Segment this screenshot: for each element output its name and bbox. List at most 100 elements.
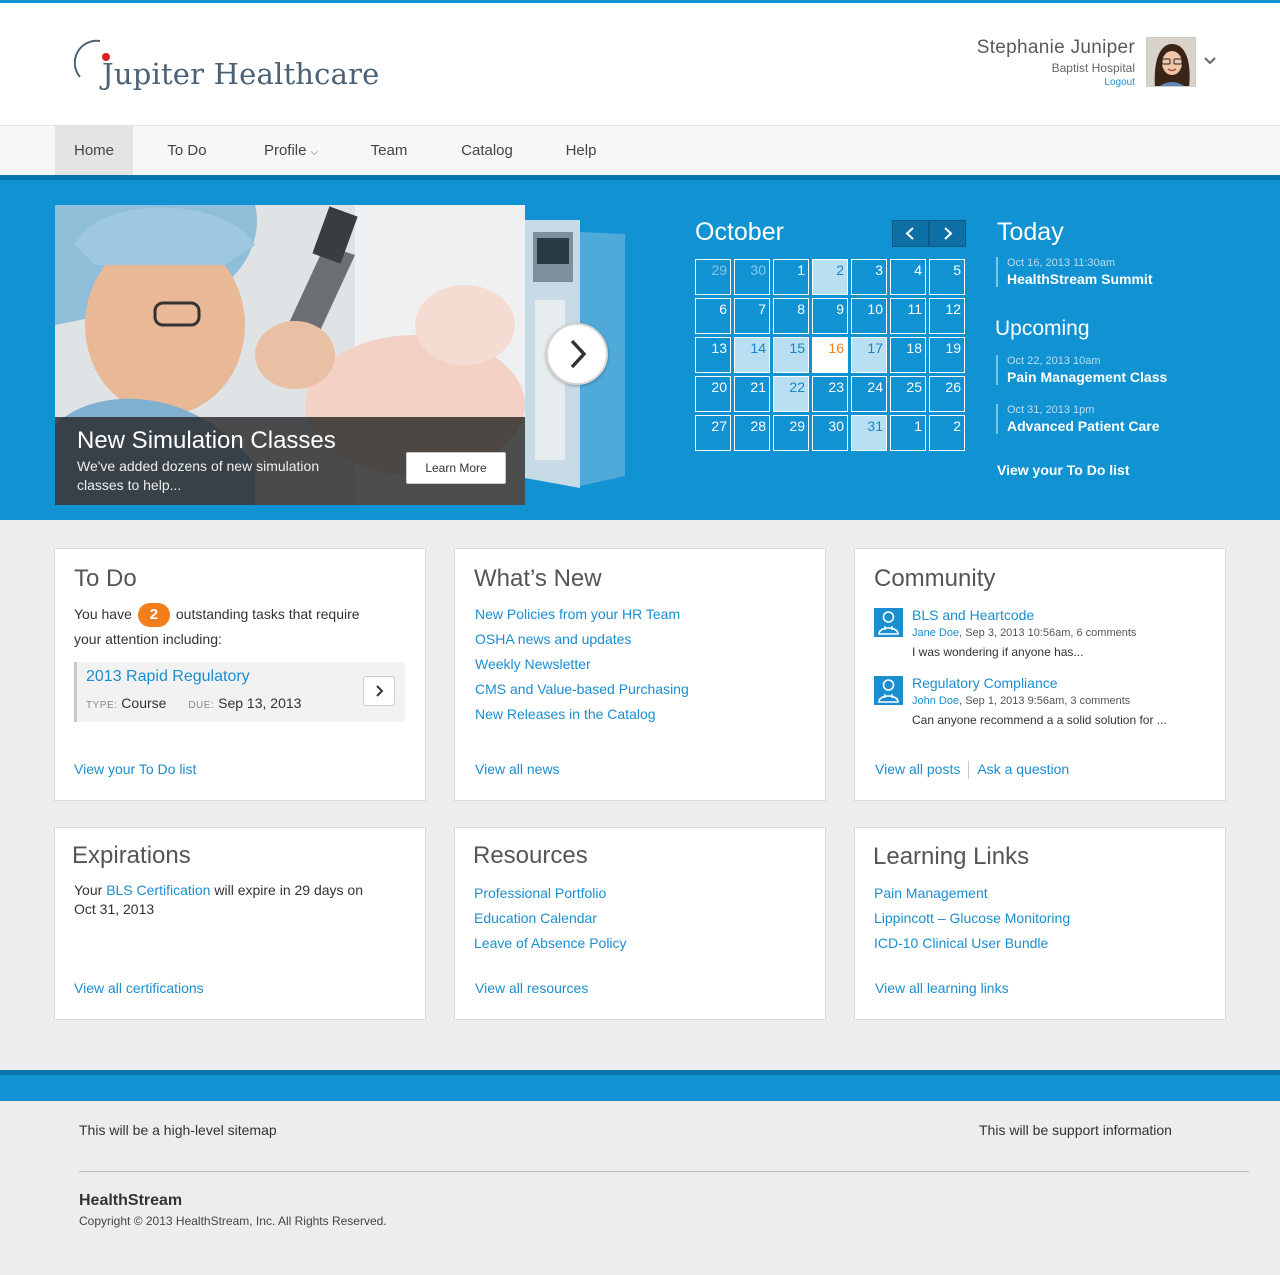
logout-link[interactable]: Logout [977,77,1135,88]
calendar-day[interactable]: 3 [851,259,887,295]
nav-profile[interactable]: Profile ⌵ [246,126,336,175]
calendar-day[interactable]: 1 [890,415,926,451]
calendar-month: October [695,218,784,246]
calendar-next-button[interactable] [929,220,966,247]
resource-link[interactable]: Leave of Absence Policy [474,931,627,956]
event-today[interactable]: Oct 16, 2013 11:30am HealthStream Summit [996,257,1152,287]
view-all-learning-links-link[interactable]: View all learning links [875,980,1009,996]
calendar-day[interactable]: 28 [734,415,770,451]
post-title[interactable]: Regulatory Compliance [912,675,1058,691]
calendar-day[interactable]: 1 [773,259,809,295]
calendar-day[interactable]: 15 [773,337,809,373]
avatar[interactable] [1146,37,1196,87]
user-organization: Baptist Hospital [1051,61,1135,75]
calendar-day[interactable]: 30 [812,415,848,451]
news-link[interactable]: CMS and Value-based Purchasing [475,677,689,702]
learning-link[interactable]: Pain Management [874,881,1070,906]
hero-slide[interactable]: New Simulation Classes We've added dozen… [55,205,525,505]
news-link[interactable]: New Policies from your HR Team [475,602,689,627]
calendar-day[interactable]: 22 [773,376,809,412]
calendar-day[interactable]: 25 [890,376,926,412]
nav-catalog[interactable]: Catalog [447,126,527,175]
calendar-day[interactable]: 14 [734,337,770,373]
post-title[interactable]: BLS and Heartcode [912,607,1034,623]
calendar-day[interactable]: 18 [890,337,926,373]
task-open-button[interactable] [363,676,395,706]
card-title: To Do [74,565,137,592]
calendar-day[interactable]: 6 [695,298,731,334]
calendar-day[interactable]: 11 [890,298,926,334]
calendar-day[interactable]: 13 [695,337,731,373]
todo-intro-text: outstanding tasks that require [175,606,360,622]
post-author[interactable]: Jane Doe [912,627,959,639]
calendar-day[interactable]: 7 [734,298,770,334]
calendar-day[interactable]: 26 [929,376,965,412]
calendar-day[interactable]: 24 [851,376,887,412]
resource-link[interactable]: Education Calendar [474,906,627,931]
user-name: Stephanie Juniper [976,37,1135,58]
site-header: Jupiter Healthcare Stephanie Juniper Bap… [0,3,1280,125]
post-author[interactable]: John Doe [912,695,959,707]
todo-intro-line2: your attention including: [74,631,222,647]
card-title: Expirations [72,842,191,869]
certification-link[interactable]: BLS Certification [106,882,210,898]
nav-todo[interactable]: To Do [148,126,226,175]
todo-card: To Do You have 2 outstanding tasks that re… [54,548,426,801]
resources-card: Resources Professional Portfolio Educati… [454,827,826,1020]
view-all-resources-link[interactable]: View all resources [475,980,588,996]
calendar-day[interactable]: 10 [851,298,887,334]
learn-more-button[interactable]: Learn More [406,452,506,484]
expiration-text: Your BLS Certification will expire in 29… [74,881,414,919]
slide-next-button[interactable] [546,323,608,385]
calendar-day[interactable]: 29 [773,415,809,451]
calendar-day[interactable]: 30 [734,259,770,295]
view-todo-list-link[interactable]: View your To Do list [74,761,196,777]
learning-links-card: Learning Links Pain Management Lippincot… [854,827,1226,1020]
ask-question-link[interactable]: Ask a question [977,761,1069,777]
doctor-icon [874,676,903,705]
calendar-day[interactable]: 9 [812,298,848,334]
calendar-day[interactable]: 8 [773,298,809,334]
learning-link[interactable]: ICD-10 Clinical User Bundle [874,931,1070,956]
calendar-day[interactable]: 27 [695,415,731,451]
news-link[interactable]: New Releases in the Catalog [475,702,689,727]
news-link[interactable]: OSHA news and updates [475,627,689,652]
site-logo[interactable]: Jupiter Healthcare [74,37,394,101]
news-link[interactable]: Weekly Newsletter [475,652,689,677]
support-placeholder: This will be support information [979,1122,1172,1138]
calendar-day[interactable]: 20 [695,376,731,412]
calendar-day[interactable]: 19 [929,337,965,373]
nav-home[interactable]: Home [55,126,133,175]
calendar-prev-button[interactable] [892,220,929,247]
view-all-certifications-link[interactable]: View all certifications [74,980,204,996]
expiration-date: Oct 31, 2013 [74,901,155,917]
view-all-posts-link[interactable]: View all posts [875,761,960,777]
expirations-card: Expirations Your BLS Certification will … [54,827,426,1020]
calendar-day[interactable]: 16 [812,337,848,373]
calendar-day[interactable]: 2 [812,259,848,295]
calendar-day[interactable]: 5 [929,259,965,295]
event-title: Pain Management Class [1007,369,1168,385]
learning-link[interactable]: Lippincott – Glucose Monitoring [874,906,1070,931]
calendar-day[interactable]: 2 [929,415,965,451]
event-upcoming[interactable]: Oct 22, 2013 10am Pain Management Class [996,355,1167,385]
task-item[interactable]: 2013 Rapid Regulatory TYPE: Course DUE: … [74,662,405,722]
resource-link[interactable]: Professional Portfolio [474,881,627,906]
calendar-day[interactable]: 17 [851,337,887,373]
view-todo-link[interactable]: View your To Do list [997,462,1130,478]
chevron-down-icon[interactable] [1203,54,1217,68]
event-upcoming[interactable]: Oct 31, 2013 1pm Advanced Patient Care [996,404,1160,434]
calendar-day[interactable]: 21 [734,376,770,412]
view-all-news-link[interactable]: View all news [475,761,560,777]
calendar-day[interactable]: 31 [851,415,887,451]
task-title[interactable]: 2013 Rapid Regulatory [86,668,250,686]
calendar-day[interactable]: 4 [890,259,926,295]
calendar-day[interactable]: 29 [695,259,731,295]
nav-team[interactable]: Team [350,126,428,175]
chevron-right-icon [944,227,953,240]
calendar-day[interactable]: 23 [812,376,848,412]
calendar-day[interactable]: 12 [929,298,965,334]
news-list: New Policies from your HR Team OSHA news… [475,602,689,727]
event-title: Advanced Patient Care [1007,418,1160,434]
nav-help[interactable]: Help [541,126,621,175]
